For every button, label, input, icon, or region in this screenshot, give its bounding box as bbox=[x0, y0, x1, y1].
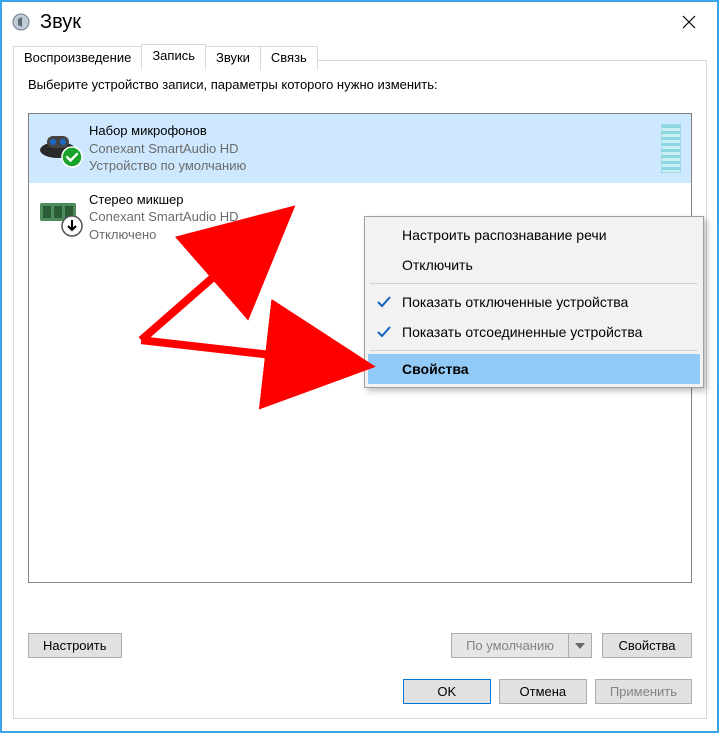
properties-button[interactable]: Свойства bbox=[602, 633, 692, 658]
check-icon bbox=[376, 294, 392, 310]
ctx-separator bbox=[370, 350, 698, 351]
tab-playback[interactable]: Воспроизведение bbox=[13, 46, 142, 70]
tab-recording[interactable]: Запись bbox=[141, 44, 206, 69]
apply-button[interactable]: Применить bbox=[595, 679, 692, 704]
window-title: Звук bbox=[40, 11, 81, 34]
ctx-disable[interactable]: Отключить bbox=[368, 250, 700, 280]
check-icon bbox=[376, 324, 392, 340]
check-badge-icon bbox=[61, 146, 83, 168]
device-item[interactable]: Набор микрофонов Conexant SmartAudio HD … bbox=[29, 114, 691, 183]
down-badge-icon bbox=[61, 215, 83, 237]
level-meter bbox=[661, 124, 681, 173]
microphone-icon bbox=[37, 122, 79, 164]
close-button[interactable] bbox=[667, 7, 711, 37]
ctx-label: Показать отсоединенные устройства bbox=[402, 324, 642, 340]
ctx-label: Показать отключенные устройства bbox=[402, 294, 628, 310]
ctx-properties[interactable]: Свойства bbox=[368, 354, 700, 384]
context-menu: Настроить распознавание речи Отключить П… bbox=[364, 216, 704, 388]
device-name: Стерео микшер bbox=[89, 191, 683, 209]
default-button[interactable]: По умолчанию bbox=[451, 633, 568, 658]
ctx-separator bbox=[370, 283, 698, 284]
titlebar: Звук bbox=[2, 2, 717, 42]
tab-sounds[interactable]: Звуки bbox=[205, 46, 261, 70]
ctx-show-disconnected[interactable]: Показать отсоединенные устройства bbox=[368, 317, 700, 347]
tab-communications[interactable]: Связь bbox=[260, 46, 318, 70]
ctx-configure-speech[interactable]: Настроить распознавание речи bbox=[368, 220, 700, 250]
default-dropdown-toggle[interactable] bbox=[568, 633, 592, 658]
ok-button[interactable]: OK bbox=[403, 679, 491, 704]
sound-window: Звук Воспроизведение Запись Звуки Связь … bbox=[0, 0, 719, 733]
instruction-text: Выберите устройство записи, параметры ко… bbox=[28, 77, 692, 92]
device-status: Устройство по умолчанию bbox=[89, 157, 651, 175]
panel-button-row: Настроить По умолчанию Свойства bbox=[28, 633, 692, 658]
mixer-icon bbox=[37, 191, 79, 233]
cancel-button[interactable]: Отмена bbox=[499, 679, 587, 704]
sound-icon bbox=[12, 13, 30, 31]
device-name: Набор микрофонов bbox=[89, 122, 651, 140]
configure-button[interactable]: Настроить bbox=[28, 633, 122, 658]
tabs: Воспроизведение Запись Звуки Связь bbox=[13, 44, 318, 68]
device-driver: Conexant SmartAudio HD bbox=[89, 140, 651, 158]
tab-panel: Выберите устройство записи, параметры ко… bbox=[13, 60, 707, 719]
ctx-show-disabled[interactable]: Показать отключенные устройства bbox=[368, 287, 700, 317]
dialog-button-row: OK Отмена Применить bbox=[403, 679, 692, 704]
default-split-button[interactable]: По умолчанию bbox=[451, 633, 592, 658]
